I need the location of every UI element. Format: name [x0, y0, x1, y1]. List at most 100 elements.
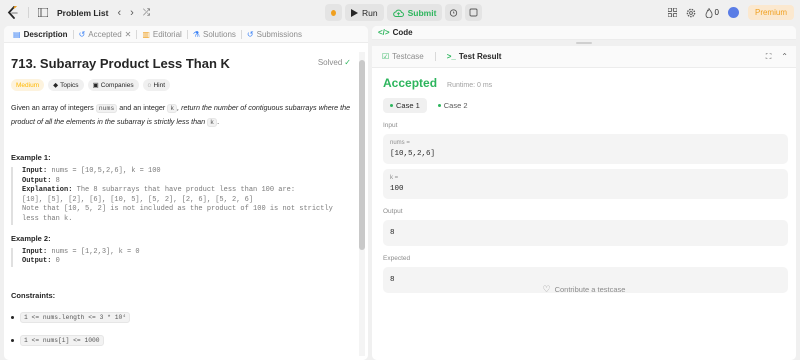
result-panel-controls: ⛶ ⌃ [766, 52, 788, 62]
example-input: nums = [1,2,3], k = 0 [47, 247, 140, 256]
description-panel: ▤ Description ↺ Accepted ✕ ▥ Editorial ⚗… [4, 26, 368, 360]
streak-counter[interactable]: 0 [705, 7, 719, 18]
left-tab-bar: ▤ Description ↺ Accepted ✕ ▥ Editorial ⚗… [4, 26, 368, 43]
shuffle-icon[interactable]: ⤮ [143, 7, 150, 18]
grid-icon[interactable] [667, 8, 677, 17]
solved-label: Solved [317, 58, 343, 67]
premium-button[interactable]: Premium [747, 5, 794, 20]
input-section-label: Input [383, 122, 398, 129]
gear-icon[interactable] [686, 8, 696, 18]
chevron-right-icon[interactable]: › [130, 7, 134, 19]
example-label: Output: [22, 176, 52, 185]
tag-row: Medium ◆ Topics ▣ Companies ◌ Hint [11, 79, 351, 91]
leetcode-logo[interactable] [7, 5, 19, 20]
solved-status: Solved ✓ [318, 58, 351, 67]
document-icon: ▤ [13, 29, 21, 39]
example-explanation: The 8 subarrays that have product less t… [72, 186, 296, 195]
page-title: 713. Subarray Product Less Than K [11, 56, 230, 71]
list-icon[interactable] [38, 8, 48, 17]
heart-icon: ♡ [542, 284, 551, 294]
tab-accepted[interactable]: ↺ Accepted ✕ [74, 26, 137, 43]
note-icon [469, 8, 478, 17]
input-param-box: k = 100 [383, 169, 788, 199]
hint-chip[interactable]: ◌ Hint [142, 79, 171, 91]
example-label: Output: [22, 257, 52, 266]
alarm-icon [450, 9, 458, 17]
output-section-label: Output [383, 208, 403, 215]
tab-label: Testcase [392, 52, 424, 61]
problem-list-link[interactable]: Problem List [57, 8, 108, 18]
scrollbar-thumb[interactable] [359, 60, 365, 250]
case-tab-1[interactable]: Case 1 [383, 98, 427, 113]
notes-button[interactable] [465, 4, 483, 21]
bullet-dot [11, 315, 14, 319]
code-icon: </> [378, 28, 390, 37]
top-bar: Problem List ‹ › ⤮ Run Submit 0 Premium [0, 0, 800, 25]
play-icon [351, 8, 358, 17]
problem-content: 713. Subarray Product Less Than K Solved… [11, 48, 351, 346]
expected-value: 8 [390, 276, 395, 284]
book-icon: ▥ [142, 29, 150, 39]
divider [28, 7, 29, 18]
divider [434, 52, 436, 61]
constraints-title: Constraints: [11, 290, 56, 300]
tab-testcase[interactable]: ☑ Testcase [377, 48, 429, 65]
example-label: Input: [22, 247, 48, 256]
constraint-item: 1 <= nums[i] <= 1000 [11, 334, 351, 346]
tab-description[interactable]: ▤ Description [8, 26, 73, 43]
submit-button[interactable]: Submit [386, 4, 443, 21]
chevron-up-icon[interactable]: ⌃ [781, 52, 788, 62]
case-tab-2[interactable]: Case 2 [431, 98, 475, 113]
tab-solutions[interactable]: ⚗ Solutions [188, 26, 241, 43]
fire-icon [705, 7, 713, 18]
maximize-icon[interactable]: ⛶ [766, 52, 772, 62]
desc-text: and an integer [117, 103, 168, 112]
output-value: 8 [390, 229, 395, 237]
lightbulb-icon: ◌ [147, 81, 152, 89]
inline-code: nums [95, 104, 118, 113]
result-status: Accepted Runtime: 0 ms [383, 76, 788, 90]
contribute-testcase-link[interactable]: ♡ Contribute a testcase [372, 284, 796, 295]
companies-chip[interactable]: ▣ Companies [87, 79, 139, 91]
example-explanation-line: [10], [5], [2], [6], [10, 5], [5, 2], [2… [22, 195, 254, 204]
constraint-code: 1 <= nums.length <= 3 * 10⁴ [20, 311, 131, 323]
param-name: k = [390, 175, 399, 181]
tag-icon: ◆ [53, 82, 59, 89]
avatar[interactable] [727, 7, 739, 18]
example-output: 8 [51, 176, 60, 185]
cloud-upload-icon [392, 9, 404, 17]
run-button[interactable]: Run [345, 4, 384, 21]
close-icon[interactable]: ✕ [125, 30, 132, 39]
problem-description: Given an array of integers nums and an i… [11, 101, 351, 129]
example-output: 0 [51, 257, 60, 266]
param-value: 100 [390, 185, 404, 193]
clock-icon: ↺ [246, 29, 254, 39]
debug-button[interactable] [325, 4, 342, 21]
difficulty-badge: Medium [11, 79, 45, 91]
tab-test-result[interactable]: >_ Test Result [442, 48, 507, 65]
expected-section-label: Expected [383, 255, 411, 262]
code-panel: </> Code ☑ Testcase >_ Test Result ⛶ ⌃ A… [372, 26, 796, 360]
example-title: Example 2: [11, 233, 51, 243]
case-label: Case 2 [443, 101, 468, 110]
checkbox-icon: ☑ [382, 52, 390, 61]
tab-editorial[interactable]: ▥ Editorial [137, 26, 186, 43]
scrollbar[interactable] [359, 52, 365, 356]
input-param-box: nums = [10,5,2,6] [383, 134, 788, 164]
status-text: Accepted [383, 76, 438, 90]
example-explanation-line: less than k. [22, 214, 73, 223]
case-tabs: Case 1 Case 2 [383, 98, 788, 113]
alarm-button[interactable] [445, 4, 463, 21]
code-header[interactable]: </> Code [372, 26, 796, 40]
topics-chip[interactable]: ◆ Topics [48, 79, 84, 91]
tab-submissions[interactable]: ↺ Submissions [242, 26, 307, 43]
inline-code: k [167, 104, 178, 113]
example-label: Input: [22, 167, 48, 175]
inline-code: k [207, 118, 218, 127]
run-label: Run [362, 7, 378, 18]
drag-handle[interactable] [576, 42, 592, 44]
history-icon: ↺ [78, 29, 86, 39]
chip-label: Companies [100, 81, 134, 89]
lock-icon: ▣ [92, 82, 99, 89]
chevron-left-icon[interactable]: ‹ [117, 7, 121, 19]
